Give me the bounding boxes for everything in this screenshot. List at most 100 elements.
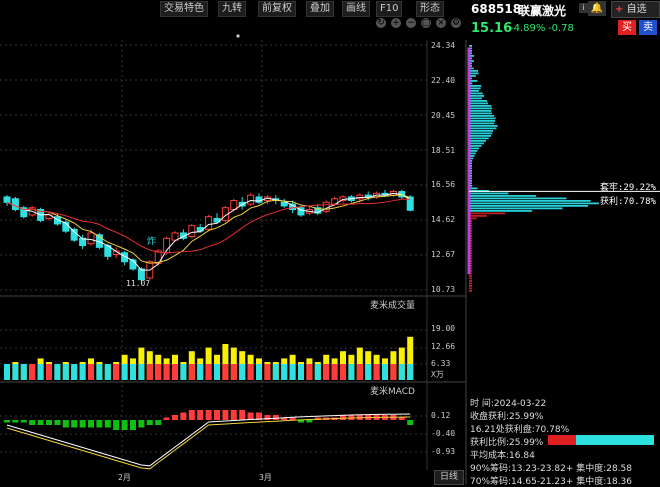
macd-histogram-bar — [164, 418, 170, 421]
macd-histogram-bar — [96, 420, 102, 428]
macd-histogram-bar — [63, 420, 69, 428]
volume-base — [399, 364, 405, 380]
macd-histogram-bar — [4, 420, 10, 423]
volume-base — [332, 364, 338, 380]
chip-bar — [469, 145, 482, 147]
chip-90-pct: 90%筹码:13.23-23.82+ 集中度:28.58 — [470, 461, 632, 474]
volume-base — [147, 364, 153, 380]
chip-bar — [469, 45, 472, 47]
volume-base — [214, 364, 220, 380]
volume-base — [80, 364, 86, 380]
macd-histogram-bar — [264, 415, 270, 420]
macd-histogram-bar — [273, 415, 279, 420]
volume-tick-0: 19.00 — [431, 324, 455, 333]
volume-base — [172, 364, 178, 380]
chip-bar — [469, 103, 488, 105]
candle-body — [281, 202, 287, 206]
macd-histogram-bar — [231, 410, 237, 420]
volume-base — [298, 364, 304, 380]
volume-base — [239, 364, 245, 380]
volume-base — [96, 364, 102, 380]
price-tick-1: 22.40 — [431, 76, 455, 85]
period-daily-button[interactable]: 日线 — [434, 470, 464, 485]
volume-base — [382, 364, 388, 380]
volume-base — [273, 364, 279, 380]
candle-body — [12, 199, 18, 210]
chip-bar — [469, 193, 508, 195]
macd-histogram-bar — [172, 415, 178, 420]
volume-tick-1: 12.66 — [431, 342, 455, 351]
chip-close-profit: 收盘获利:25.99% — [470, 409, 543, 422]
volume-base — [21, 364, 27, 380]
macd-histogram-bar — [29, 420, 35, 425]
volume-base — [281, 364, 287, 380]
volume-base — [340, 364, 346, 380]
macd-histogram-bar — [189, 410, 195, 420]
chip-bar — [469, 135, 491, 137]
macd-histogram-bar — [130, 420, 136, 430]
macd-histogram-bar — [222, 410, 228, 420]
chip-profit-at-price: 16.21处获利盘:70.78% — [470, 422, 569, 435]
chip-bar — [469, 208, 563, 210]
macd-histogram-bar — [306, 420, 312, 423]
chip-bar — [469, 100, 487, 102]
macd-histogram-bar — [407, 420, 413, 425]
price-tick-7: 10.73 — [431, 285, 455, 294]
volume-base — [54, 364, 60, 380]
volume-base — [63, 364, 69, 380]
kline-chart[interactable] — [0, 0, 660, 484]
volume-base — [38, 364, 44, 380]
chart-grid — [0, 40, 427, 470]
chip-bar — [469, 283, 472, 285]
chip-bar — [469, 198, 566, 200]
volume-base — [365, 364, 371, 380]
profit-ratio-bar — [548, 435, 654, 445]
zha-label: 炸 — [147, 234, 156, 247]
macd-histogram-bar — [180, 413, 186, 421]
chip-bar — [469, 203, 599, 205]
chip-avg-cost: 平均成本:16.84 — [470, 448, 535, 461]
volume-base — [122, 364, 128, 380]
volume-base — [197, 364, 203, 380]
volume-base — [374, 364, 380, 380]
candle-body — [88, 233, 94, 244]
low-price-marker: 11.07 — [126, 279, 150, 288]
chip-bar — [469, 278, 472, 280]
chip-bar — [469, 93, 483, 95]
chip-bar — [469, 113, 492, 115]
macd-histogram-bar — [138, 420, 144, 428]
volume-base — [138, 364, 144, 380]
volume-base — [407, 364, 413, 380]
macd-histogram-bar — [122, 420, 128, 430]
volume-base — [306, 364, 312, 380]
chip-profit-label: 获利:70.78% — [600, 194, 656, 207]
chip-bar — [469, 215, 487, 217]
macd-histogram-bar — [46, 420, 52, 425]
volume-base — [315, 364, 321, 380]
macd-histogram-bar — [197, 410, 203, 420]
chip-bar — [469, 128, 497, 130]
chip-bar — [469, 85, 481, 87]
macd-histogram-bar — [239, 410, 245, 420]
chip-bar — [469, 285, 472, 287]
macd-histogram-bar — [105, 420, 111, 428]
volume-base — [113, 364, 119, 380]
candle-body — [4, 197, 10, 202]
macd-histogram-bar — [214, 410, 220, 420]
volume-base — [189, 364, 195, 380]
candle-body — [172, 233, 178, 240]
volume-base — [71, 364, 77, 380]
volume-base — [222, 364, 228, 380]
macd-tick-0: 0.12 — [431, 411, 450, 420]
volume-base — [12, 364, 18, 380]
volume-base — [290, 364, 296, 380]
chip-bar — [469, 130, 493, 132]
chip-bar — [469, 123, 494, 125]
time-tick-feb: 2月 — [118, 472, 131, 483]
chip-bar — [469, 125, 498, 127]
profit-ratio-fill — [548, 435, 576, 445]
chip-bar — [469, 205, 588, 207]
chip-bar — [469, 118, 496, 120]
macd-histogram-bar — [248, 413, 254, 421]
macd-histogram-bar — [88, 420, 94, 428]
